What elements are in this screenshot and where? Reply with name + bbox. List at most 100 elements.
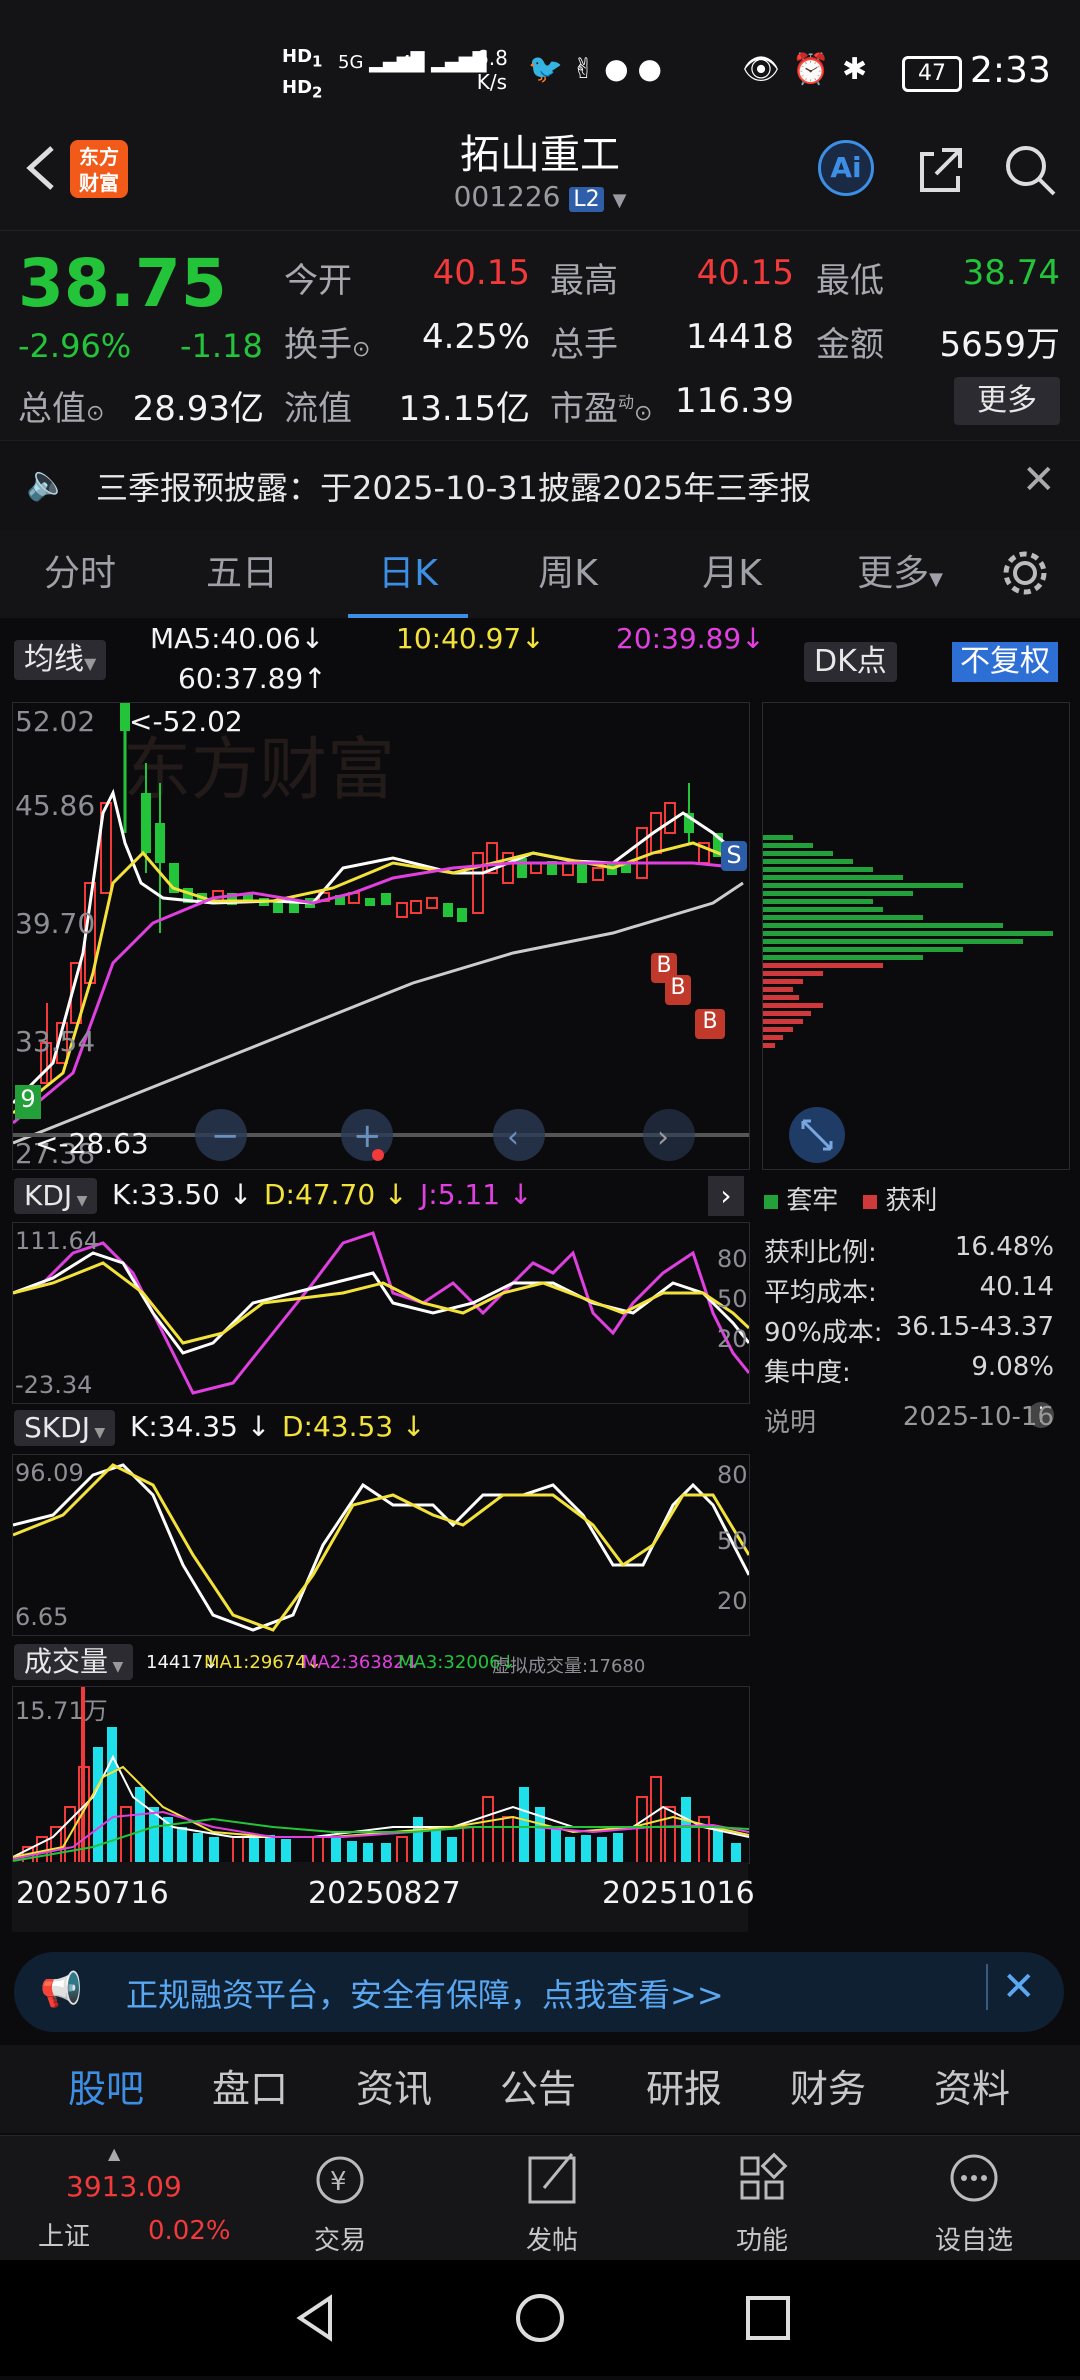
- pe-label[interactable]: 市盈动⊙: [550, 381, 652, 430]
- search-icon[interactable]: [1000, 140, 1060, 200]
- y-axis-tick: 39.70: [15, 907, 96, 940]
- announcement-text: 三季报预披露：于2025-10-31披露2025年三季报: [96, 469, 812, 507]
- volume-selector[interactable]: 成交量 ▼: [14, 1644, 134, 1680]
- period-tabs: 分时 五日 日K 周K 月K 更多▼: [0, 530, 1080, 618]
- tab-intraday[interactable]: 分时: [20, 530, 140, 618]
- kdj-d: D:47.70 ↓: [264, 1178, 408, 1211]
- buy-marker[interactable]: B: [695, 1009, 725, 1039]
- kdj-chart[interactable]: 111.64 -23.34 80 50 20: [12, 1222, 750, 1404]
- index-ticker[interactable]: ▲ 3913.09 上证 0.02%: [0, 2136, 231, 2261]
- indicator-selector[interactable]: 均线▼: [14, 640, 107, 680]
- nav-home-icon: [516, 2294, 564, 2342]
- bottom-action-bar: ▲ 3913.09 上证 0.02% ¥ 交易 发帖 功能 设自选: [0, 2135, 1080, 2261]
- open-label: 今开: [284, 261, 352, 301]
- close-icon[interactable]: ✕: [1022, 457, 1056, 503]
- trade-button[interactable]: ¥ 交易: [270, 2136, 410, 2261]
- back-icon[interactable]: [14, 138, 74, 198]
- date-axis: 20250716 20250827 20251016: [12, 1862, 755, 1932]
- svg-text:−: −: [211, 1116, 240, 1156]
- skdj-k: K:34.35 ↓: [130, 1410, 271, 1443]
- info-icon: ⊙: [86, 401, 105, 426]
- buy-marker[interactable]: B: [665, 975, 691, 1005]
- pe-value: 116.39: [675, 381, 794, 421]
- amount-label: 金额: [816, 325, 884, 365]
- kdj-axis-bottom: -23.34: [15, 1371, 93, 1399]
- concentration-row: 集中度: 9.08%: [764, 1352, 1054, 1388]
- settings-gear-icon[interactable]: [1000, 548, 1050, 602]
- high-marker: <-52.02: [129, 705, 243, 738]
- tab-monthly-k[interactable]: 月K: [672, 530, 792, 618]
- ma60-value: 60:37.89↑: [178, 662, 327, 695]
- add-watchlist-button[interactable]: 设自选: [904, 2136, 1044, 2261]
- kdj-selector[interactable]: KDJ ▼: [14, 1178, 98, 1214]
- tab-research[interactable]: 研报: [624, 2045, 744, 2133]
- skdj-ref-20: 20: [717, 1587, 748, 1615]
- svg-text:东方财富: 东方财富: [123, 731, 395, 810]
- volume-chart[interactable]: 15.71万: [12, 1686, 750, 1864]
- promo-text: 正规融资平台，安全有保障，点我查看>>: [126, 1976, 724, 2014]
- promo-banner[interactable]: 📢 正规融资平台，安全有保障，点我查看>> ✕: [14, 1952, 1064, 2032]
- ai-assistant-button[interactable]: Ai: [818, 140, 874, 196]
- tab-order-book[interactable]: 盘口: [190, 2045, 310, 2133]
- function-button[interactable]: 功能: [692, 2136, 832, 2261]
- info-icon: ⊙: [634, 401, 653, 426]
- hd-icon: HD1 HD2: [282, 46, 323, 102]
- tab-five-day[interactable]: 五日: [182, 530, 302, 618]
- date-label: 20251016: [602, 1876, 755, 1911]
- kline-chart[interactable]: 东方财富 − + ‹ › 52.02 45.86 39.70 33.54 27.…: [12, 702, 750, 1170]
- low-label: 最低: [816, 261, 884, 301]
- skdj-axis-bottom: 6.65: [15, 1603, 69, 1631]
- adjust-button[interactable]: 不复权: [952, 642, 1058, 682]
- skdj-selector[interactable]: SKDJ ▼: [14, 1410, 116, 1446]
- chevron-down-icon: ▼: [612, 190, 627, 211]
- app-logo[interactable]: 东方 财富: [70, 140, 128, 198]
- turnover-value: 4.25%: [421, 317, 530, 357]
- market-cap-label[interactable]: 总值⊙: [18, 381, 104, 430]
- chevron-right-icon[interactable]: ›: [708, 1176, 744, 1216]
- low-marker: <-28.63: [35, 1127, 149, 1160]
- signal-4g-icon: 4G ▂▄▆█: [400, 52, 487, 73]
- ma10-value: 10:40.97↓: [396, 622, 545, 655]
- svg-text:¥: ¥: [330, 2167, 347, 2197]
- skdj-chart[interactable]: 96.09 6.65 80 50 20: [12, 1454, 750, 1636]
- volume-axis-top: 15.71万: [15, 1697, 108, 1725]
- avg-cost-row: 平均成本: 40.14: [764, 1272, 1054, 1308]
- open-value: 40.15: [432, 253, 530, 293]
- kdj-axis-top: 111.64: [15, 1227, 99, 1255]
- skdj-d: D:43.53 ↓: [282, 1410, 426, 1443]
- signal-badge: 9: [15, 1085, 41, 1119]
- y-axis-tick: 33.54: [15, 1025, 96, 1058]
- chip-distribution-chart[interactable]: [762, 702, 1070, 1170]
- announcement-bar[interactable]: 🔈 三季报预披露：于2025-10-31披露2025年三季报 ✕: [0, 440, 1080, 532]
- high-label: 最高: [550, 261, 618, 301]
- float-cap-value: 13.15亿: [398, 389, 530, 429]
- svg-text:›: ›: [657, 1120, 669, 1155]
- tab-announcements[interactable]: 公告: [478, 2045, 598, 2133]
- tab-daily-k[interactable]: 日K: [348, 530, 468, 618]
- stock-code-row[interactable]: 001226 L2 ▼: [340, 180, 740, 213]
- close-icon[interactable]: ✕: [986, 1964, 1036, 2010]
- index-change: 0.02%: [148, 2216, 231, 2246]
- kdj-ref-80: 80: [717, 1245, 748, 1273]
- tab-more[interactable]: 更多▼: [840, 530, 960, 618]
- skdj-axis-top: 96.09: [15, 1459, 84, 1487]
- dk-point-button[interactable]: DK点: [804, 642, 897, 682]
- tab-weekly-k[interactable]: 周K: [508, 530, 628, 618]
- turnover-label[interactable]: 换手⊙: [284, 317, 370, 366]
- stock-header: 东方 财富 拓山重工 001226 L2 ▼ Ai: [0, 100, 1080, 230]
- virtual-volume: 虚拟成交量:17680: [492, 1656, 646, 1677]
- chip-note-row[interactable]: 说明 i 2025-10-16: [764, 1402, 1054, 1439]
- sell-marker[interactable]: S: [721, 841, 747, 871]
- share-icon[interactable]: [912, 140, 972, 200]
- y-axis-tick: 45.86: [15, 789, 96, 822]
- tab-financials[interactable]: 财务: [768, 2045, 888, 2133]
- eye-icon: 👁: [742, 52, 781, 87]
- tab-stock-forum[interactable]: 股吧: [46, 2045, 166, 2133]
- tab-profile[interactable]: 资料: [912, 2045, 1032, 2133]
- clock: 2:33: [970, 50, 1051, 91]
- system-nav-bar: [0, 2260, 1080, 2376]
- more-button[interactable]: 更多: [954, 377, 1060, 425]
- ma5-value: MA5:40.06↓: [150, 622, 325, 655]
- post-button[interactable]: 发帖: [482, 2136, 622, 2261]
- tab-news[interactable]: 资讯: [334, 2045, 454, 2133]
